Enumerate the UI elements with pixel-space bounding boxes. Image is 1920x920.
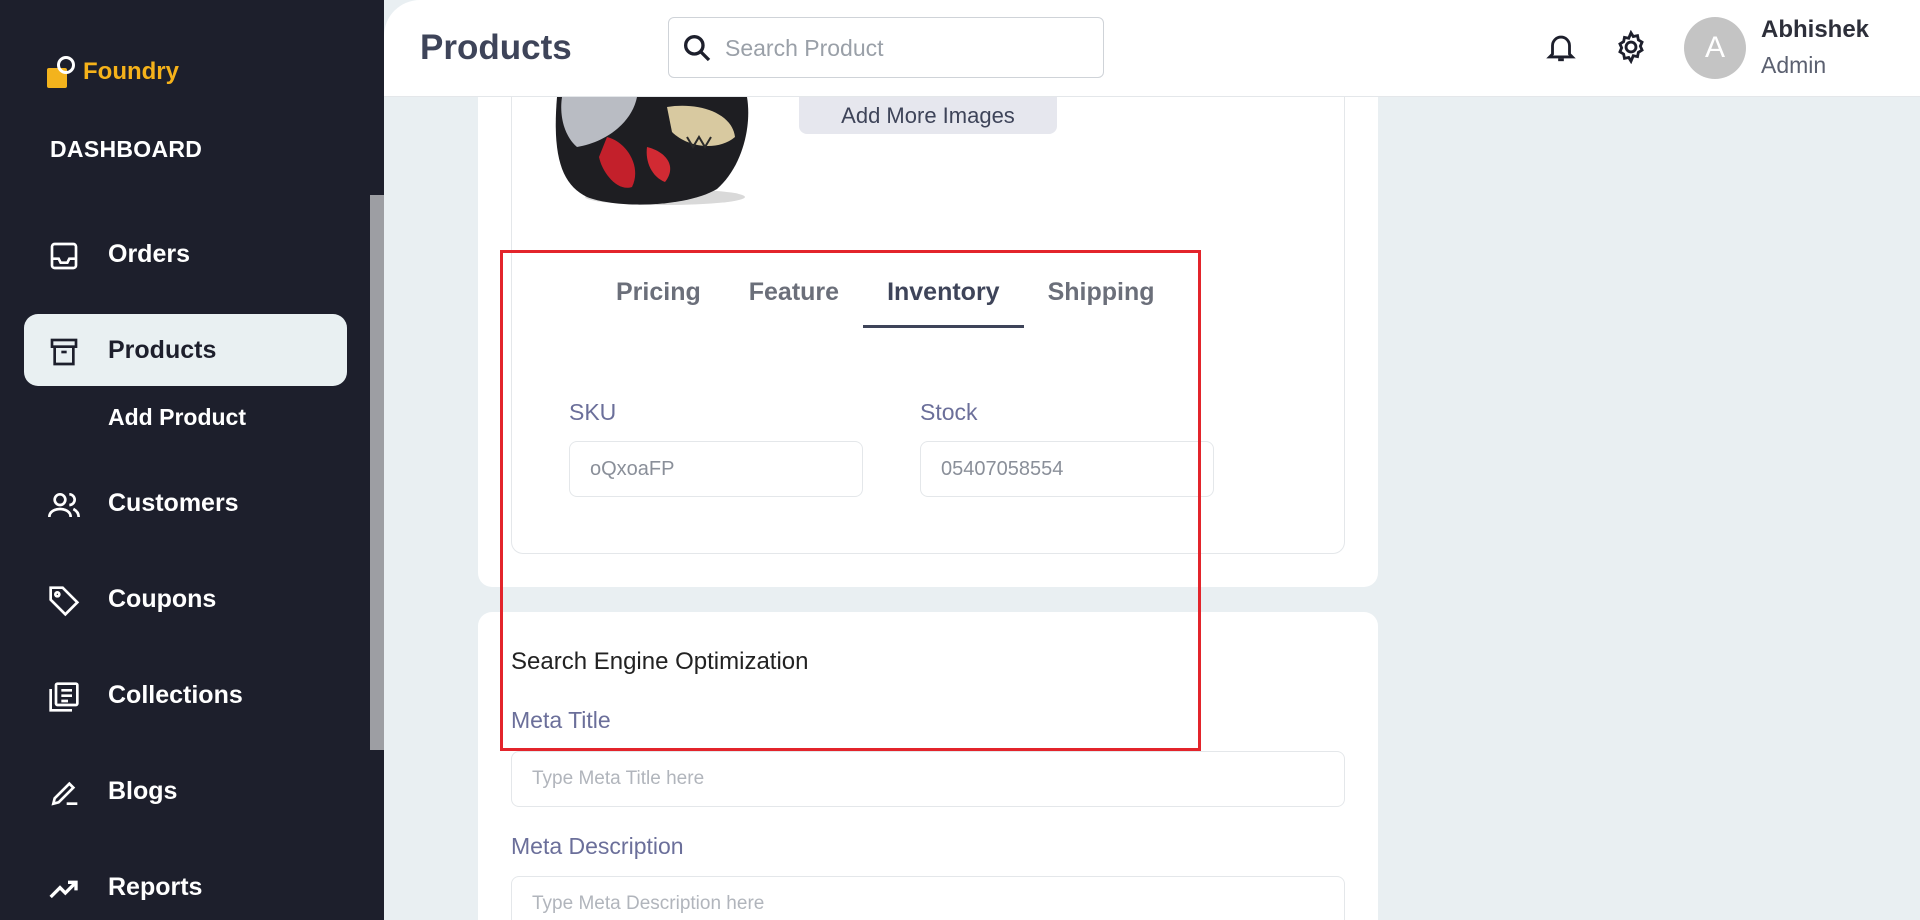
meta-description-label: Meta Description bbox=[511, 833, 684, 859]
meta-description-input[interactable] bbox=[511, 876, 1345, 920]
edit-pen-icon bbox=[51, 781, 78, 806]
add-more-images-button[interactable]: Add More Images bbox=[799, 97, 1057, 134]
sidebar-item-collections[interactable]: Collections bbox=[24, 659, 347, 731]
brand-name: Foundry bbox=[83, 58, 179, 85]
dashboard-section-label: DASHBOARD bbox=[50, 136, 203, 162]
sidebar-item-orders[interactable]: Orders bbox=[24, 218, 347, 290]
tab-inventory[interactable]: Inventory bbox=[863, 272, 1024, 328]
user-role: Admin bbox=[1761, 52, 1827, 78]
seo-section-title: Search Engine Optimization bbox=[511, 648, 809, 675]
stock-label: Stock bbox=[920, 399, 978, 425]
sidebar-item-label: Collections bbox=[108, 680, 243, 709]
meta-title-input[interactable] bbox=[511, 751, 1345, 807]
sku-label: SKU bbox=[569, 399, 617, 425]
sidebar-item-label: Blogs bbox=[108, 776, 178, 805]
search-input[interactable] bbox=[725, 30, 1085, 66]
sidebar: Foundry DASHBOARD Orders Products Add Pr… bbox=[0, 0, 384, 920]
sidebar-item-label: Customers bbox=[108, 488, 239, 517]
trending-up-icon bbox=[49, 880, 78, 899]
tab-feature[interactable]: Feature bbox=[725, 272, 863, 328]
gear-icon[interactable] bbox=[1614, 30, 1648, 64]
user-name: Abhishek bbox=[1761, 16, 1870, 43]
meta-title-label: Meta Title bbox=[511, 707, 611, 733]
sidebar-item-coupons[interactable]: Coupons bbox=[24, 563, 347, 635]
sidebar-item-label: Reports bbox=[108, 872, 203, 901]
bell-icon[interactable] bbox=[1544, 30, 1578, 64]
stock-input[interactable] bbox=[920, 441, 1214, 497]
brand-logo[interactable]: Foundry bbox=[45, 54, 179, 90]
product-tabs: Pricing Feature Inventory Shipping bbox=[592, 272, 1179, 328]
seo-card: Search Engine Optimization Meta Title Me… bbox=[478, 612, 1378, 920]
sidebar-item-products[interactable]: Products bbox=[24, 314, 347, 386]
avatar[interactable]: A bbox=[1684, 17, 1746, 79]
sidebar-item-label: Products bbox=[108, 335, 217, 364]
sidebar-subitem-add-product[interactable]: Add Product bbox=[108, 404, 246, 431]
page-title: Products bbox=[420, 28, 572, 67]
sidebar-item-blogs[interactable]: Blogs bbox=[24, 755, 347, 827]
product-image-helmet bbox=[555, 97, 749, 205]
inbox-icon bbox=[50, 242, 78, 270]
search-box[interactable] bbox=[668, 17, 1104, 78]
top-header: Products A Abhishek Admin bbox=[384, 0, 1920, 97]
collection-icon bbox=[49, 682, 79, 712]
sidebar-item-label: Orders bbox=[108, 239, 190, 268]
sidebar-scrollbar[interactable] bbox=[370, 195, 384, 750]
tab-pricing[interactable]: Pricing bbox=[592, 272, 725, 328]
search-icon bbox=[684, 35, 711, 62]
sidebar-item-reports[interactable]: Reports bbox=[24, 851, 347, 920]
tag-icon bbox=[49, 586, 80, 617]
archive-icon bbox=[50, 338, 78, 366]
tab-shipping[interactable]: Shipping bbox=[1024, 272, 1179, 328]
sidebar-item-customers[interactable]: Customers bbox=[24, 467, 347, 539]
users-icon bbox=[48, 493, 80, 518]
foundry-logo-icon bbox=[45, 54, 77, 90]
sidebar-item-label: Coupons bbox=[108, 584, 217, 613]
sku-input[interactable] bbox=[569, 441, 863, 497]
